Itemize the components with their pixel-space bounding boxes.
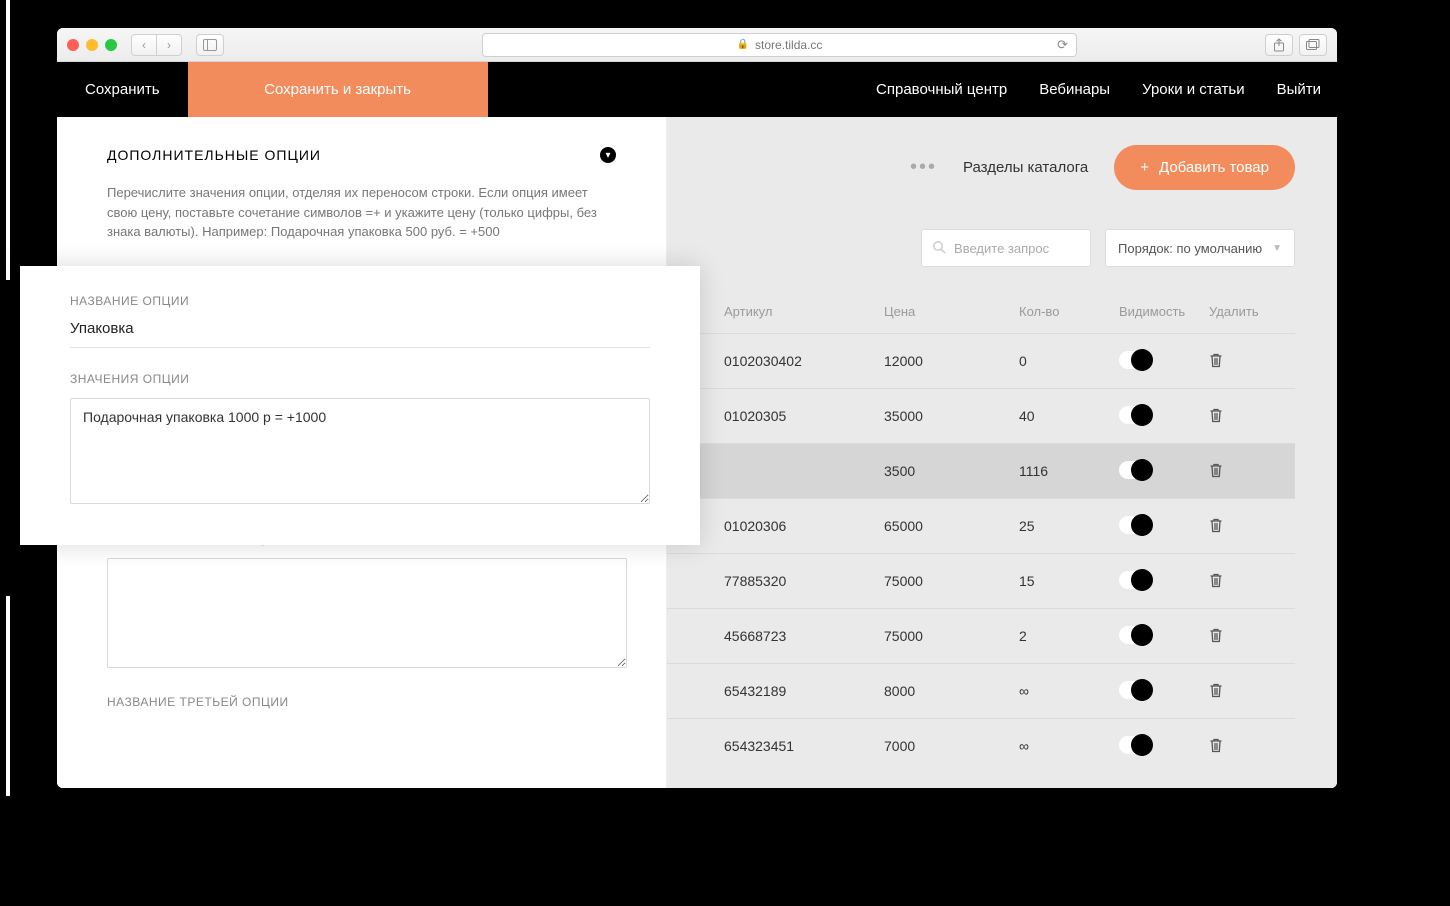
table-row[interactable]: 45668723750002 [667,608,1295,663]
plus-icon: + [1140,159,1149,176]
forward-button[interactable]: › [156,34,182,56]
delete-icon[interactable] [1209,737,1223,753]
cell-price: 65000 [884,518,1019,534]
visibility-toggle[interactable] [1119,626,1153,644]
catalog-sections-link[interactable]: Разделы каталога [963,159,1088,176]
search-input[interactable]: Введите запрос [921,229,1091,267]
options-description: Перечислите значения опции, отделяя их п… [107,183,616,242]
url-label: store.tilda.cc [755,38,822,52]
cell-price: 7000 [884,738,1019,754]
cell-price: 75000 [884,628,1019,644]
tabs-icon[interactable] [1299,34,1327,56]
browser-toolbar: ‹ › 🔒 store.tilda.cc ⟳ [57,28,1337,62]
share-icon[interactable] [1265,34,1293,56]
visibility-toggle[interactable] [1119,406,1153,424]
second-option-values-textarea[interactable] [107,558,627,668]
cell-qty: 1116 [1019,463,1119,479]
table-row[interactable]: 010203053500040 [667,388,1295,443]
table-header: Артикул Цена Кол-во Видимость Удалить [667,289,1295,333]
delete-icon[interactable] [1209,572,1223,588]
cell-sku: 0102030402 [724,353,884,369]
cell-qty: 40 [1019,408,1119,424]
window-zoom-icon[interactable] [105,39,117,51]
app-topbar: Сохранить Сохранить и закрыть Справочный… [57,62,1337,117]
lock-icon: 🔒 [737,39,749,50]
cell-qty: ∞ [1019,683,1119,699]
save-button[interactable]: Сохранить [57,62,188,117]
option-name-label: НАЗВАНИЕ ОПЦИИ [70,294,650,308]
address-bar[interactable]: 🔒 store.tilda.cc ⟳ [482,33,1077,57]
visibility-toggle[interactable] [1119,736,1153,754]
cell-price: 3500 [884,463,1019,479]
cell-sku: 45668723 [724,628,884,644]
table-row[interactable]: 778853207500015 [667,553,1295,608]
products-table: Артикул Цена Кол-во Видимость Удалить 01… [667,289,1295,773]
col-visibility: Видимость [1119,304,1209,319]
options-heading: ДОПОЛНИТЕЛЬНЫЕ ОПЦИИ [107,147,321,163]
col-qty: Кол-во [1019,304,1119,319]
delete-icon[interactable] [1209,462,1223,478]
cell-price: 35000 [884,408,1019,424]
table-row[interactable]: 0102030402120000 [667,333,1295,388]
visibility-toggle[interactable] [1119,461,1153,479]
table-row[interactable]: 35001116 [667,443,1295,498]
window-close-icon[interactable] [67,39,79,51]
lessons-link[interactable]: Уроки и статьи [1126,62,1260,117]
more-icon[interactable]: ••• [910,156,937,179]
help-center-link[interactable]: Справочный центр [860,62,1023,117]
table-row[interactable]: 6543234517000∞ [667,718,1295,773]
option-name-input[interactable]: Упаковка [70,320,650,348]
cell-qty: 25 [1019,518,1119,534]
collapse-icon[interactable]: ▾ [600,147,616,163]
sort-dropdown[interactable]: Порядок: по умолчанию ▼ [1105,229,1295,267]
logout-link[interactable]: Выйти [1261,62,1337,117]
reload-icon[interactable]: ⟳ [1057,37,1068,53]
decoration-line [6,0,10,280]
save-and-close-button[interactable]: Сохранить и закрыть [188,62,488,117]
col-price: Цена [884,304,1019,319]
sidebar-toggle-icon[interactable] [196,34,224,56]
option-editor-card: НАЗВАНИЕ ОПЦИИ Упаковка ЗНАЧЕНИЯ ОПЦИИ [20,266,700,545]
col-delete: Удалить [1209,304,1274,319]
add-product-button[interactable]: + Добавить товар [1114,145,1295,190]
webinars-link[interactable]: Вебинары [1023,62,1126,117]
chevron-down-icon: ▼ [1272,243,1282,254]
search-icon [932,240,946,257]
cell-sku: 65432189 [724,683,884,699]
cell-qty: 15 [1019,573,1119,589]
visibility-toggle[interactable] [1119,516,1153,534]
search-placeholder: Введите запрос [954,241,1049,256]
cell-price: 12000 [884,353,1019,369]
window-minimize-icon[interactable] [86,39,98,51]
delete-icon[interactable] [1209,682,1223,698]
back-button[interactable]: ‹ [131,34,157,56]
cell-price: 75000 [884,573,1019,589]
delete-icon[interactable] [1209,517,1223,533]
delete-icon[interactable] [1209,407,1223,423]
cell-sku: 654323451 [724,738,884,754]
col-sku: Артикул [724,304,884,319]
visibility-toggle[interactable] [1119,571,1153,589]
option-values-label: ЗНАЧЕНИЯ ОПЦИИ [70,372,650,386]
delete-icon[interactable] [1209,627,1223,643]
cell-qty: ∞ [1019,738,1119,754]
cell-sku: 01020305 [724,408,884,424]
table-row[interactable]: 654321898000∞ [667,663,1295,718]
cell-qty: 0 [1019,353,1119,369]
catalog-panel: ••• Разделы каталога + Добавить товар [667,117,1337,788]
cell-sku: 77885320 [724,573,884,589]
cell-price: 8000 [884,683,1019,699]
cell-qty: 2 [1019,628,1119,644]
cell-sku: 01020306 [724,518,884,534]
visibility-toggle[interactable] [1119,351,1153,369]
visibility-toggle[interactable] [1119,681,1153,699]
option-values-textarea[interactable] [70,398,650,504]
third-option-name-label: НАЗВАНИЕ ТРЕТЬЕЙ ОПЦИИ [107,695,616,709]
delete-icon[interactable] [1209,352,1223,368]
decoration-line [6,596,10,796]
table-row[interactable]: 010203066500025 [667,498,1295,553]
